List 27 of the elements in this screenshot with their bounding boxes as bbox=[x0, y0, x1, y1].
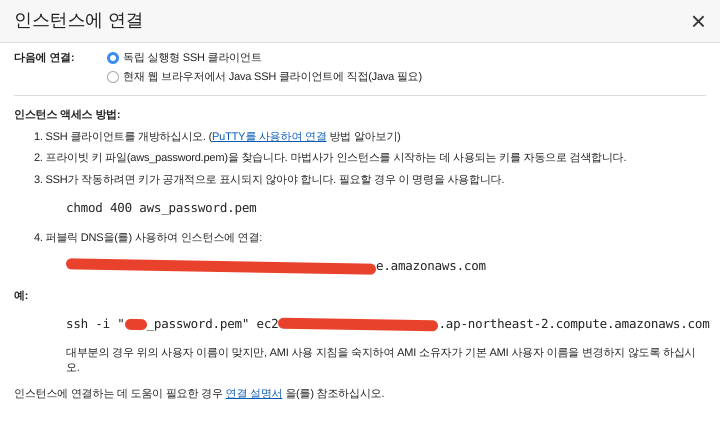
connect-label: 다음에 연결: bbox=[14, 51, 76, 66]
footer-text: 인스턴스에 연결하는 데 도움이 필요한 경우 연결 설명서 을(를) 참조하십시오. bbox=[14, 388, 384, 400]
step-number: 4. bbox=[34, 230, 43, 246]
option-label[interactable]: 현재 웹 브라우저에서 Java SSH 클라이언트에 직접(Java 필요) bbox=[123, 70, 422, 85]
code-text: .ap-northeast-2.compute.amazonaws.com bbox=[438, 316, 710, 330]
step-text: SSH가 작동하려면 키가 공개적으로 표시되지 않아야 합니다. 필요할 경우 이 명령을 사용합니다. bbox=[46, 173, 504, 188]
step-text: 프라이빗 키 파일(aws_password.pem)을 찾습니다. 마법사가 인스턴스를 시작하는 데 사용되는 키를 자동으로 검색합니다. bbox=[46, 151, 626, 166]
code-text: _password.pem" ec2 bbox=[146, 316, 278, 330]
step-text: 퍼블릭 DNS을(를) 사용하여 인스턴스에 연결: bbox=[46, 230, 262, 246]
code-text: e.amazonaws.com bbox=[376, 258, 486, 273]
step-number: 3. bbox=[34, 173, 43, 188]
redaction-scribble bbox=[124, 318, 147, 330]
help-link[interactable]: PuTTY를 사용하여 연결 bbox=[212, 130, 327, 143]
radio-button[interactable] bbox=[107, 52, 119, 64]
help-link[interactable]: 연결 설명서 bbox=[226, 388, 282, 400]
option-label[interactable]: 독립 실행형 SSH 클라이언트 bbox=[123, 51, 262, 66]
code-text: ssh -i " bbox=[66, 316, 125, 330]
close-button[interactable]: × bbox=[690, 8, 706, 34]
dialog-title: 인스턴스에 연결 bbox=[14, 10, 144, 32]
note-text: 대부분의 경우 위의 사용자 이름이 맞지만, AMI 사용 지침을 숙지하여 AMI 소유자가 기본 AMI 사용자 이름을 변경하지 않도록 하십시오. bbox=[65, 346, 697, 376]
section-heading: 예: bbox=[14, 288, 30, 304]
radio-button[interactable] bbox=[107, 71, 119, 84]
section-heading: 인스턴스 액세스 방법: bbox=[14, 108, 122, 123]
step-text: SSH 클라이언트를 개방하십시오. (PuTTY를 사용하여 연결 방법 알아보기) bbox=[46, 130, 401, 144]
step-number: 1. bbox=[34, 130, 43, 144]
step-number: 2. bbox=[34, 151, 43, 166]
code-text: chmod 400 aws_password.pem bbox=[66, 200, 256, 216]
